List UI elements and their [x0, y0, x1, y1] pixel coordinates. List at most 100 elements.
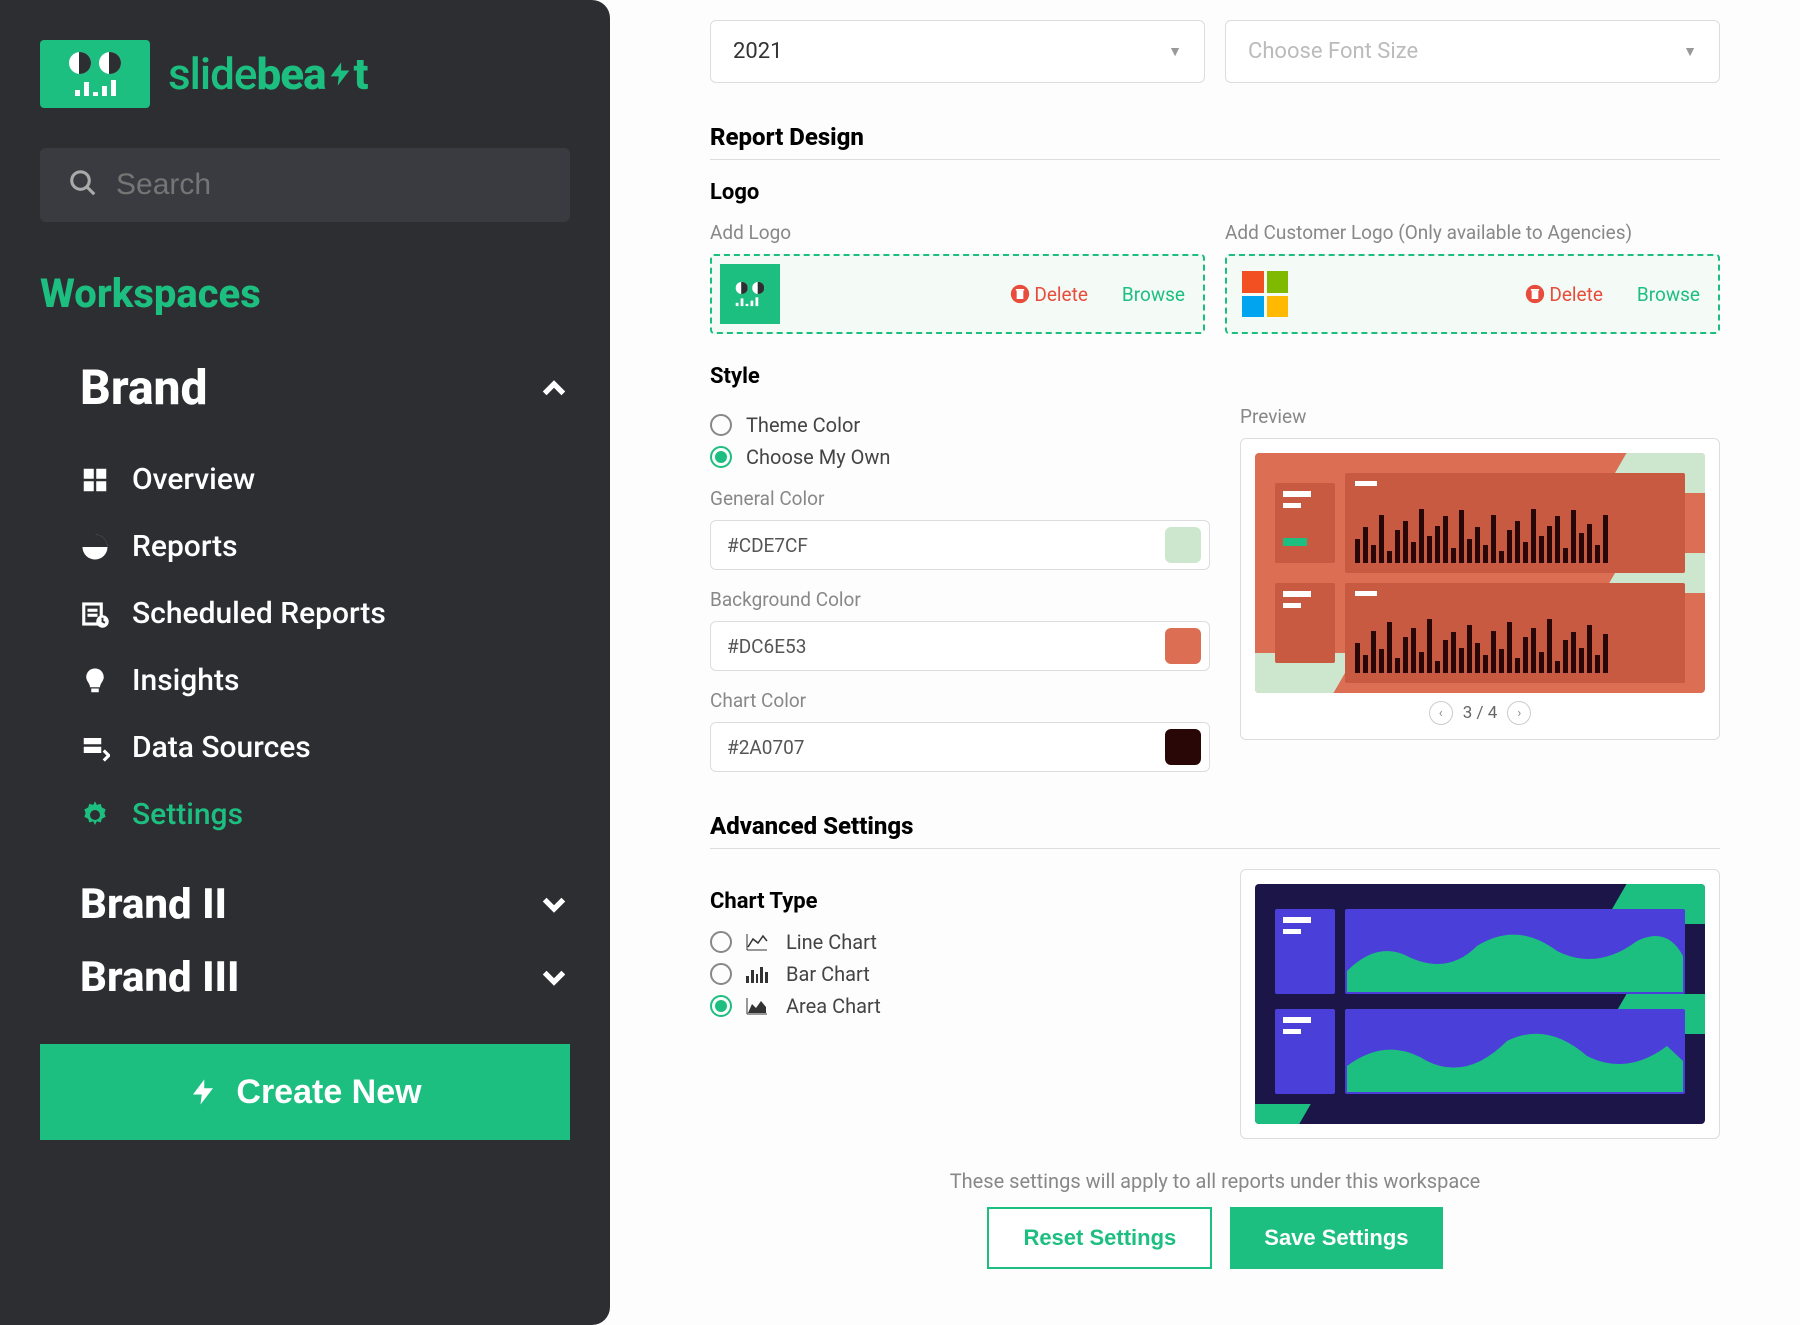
pager-text: 3 / 4 [1463, 703, 1498, 723]
bar-chart-label: Bar Chart [786, 962, 870, 986]
nav-label: Settings [132, 797, 243, 832]
workspace-label: Brand II [80, 880, 227, 929]
line-chart-label: Line Chart [786, 930, 877, 954]
year-value: 2021 [733, 39, 782, 64]
workspace-item-brand-2[interactable]: Brand II [40, 868, 570, 941]
chart-type-heading: Chart Type [710, 889, 1210, 914]
radio-checked-icon [710, 995, 732, 1017]
add-customer-logo-label: Add Customer Logo (Only available to Age… [1225, 221, 1720, 244]
chevron-down-icon [538, 962, 570, 994]
chart-color-value: #2A0707 [727, 736, 1165, 759]
nav-scheduled-reports[interactable]: Scheduled Reports [80, 580, 570, 647]
gear-icon [80, 800, 110, 830]
background-color-input[interactable]: #DC6E53 [710, 621, 1210, 671]
nav-data-sources[interactable]: Data Sources [80, 714, 570, 781]
area-chart-label: Area Chart [786, 994, 881, 1018]
footer-note: These settings will apply to all reports… [710, 1169, 1720, 1193]
style-heading: Style [710, 364, 1720, 389]
choose-own-radio[interactable]: Choose My Own [710, 445, 1210, 469]
create-new-button[interactable]: Create New [40, 1044, 570, 1140]
nav-settings[interactable]: Settings [80, 781, 570, 848]
nav-reports[interactable]: Reports [80, 513, 570, 580]
radio-checked-icon [710, 446, 732, 468]
divider [710, 848, 1720, 849]
year-select[interactable]: 2021 ▼ [710, 20, 1205, 83]
pie-icon [80, 532, 110, 562]
search-icon [68, 168, 98, 202]
logo-heading: Logo [710, 180, 1720, 205]
radio-icon [710, 931, 732, 953]
create-new-label: Create New [236, 1073, 421, 1112]
add-logo-label: Add Logo [710, 221, 1205, 244]
chart-color-swatch[interactable] [1165, 729, 1201, 765]
line-chart-radio[interactable]: Line Chart [710, 930, 1210, 954]
nav-label: Overview [132, 462, 255, 497]
style-preview-box: ‹ 3 / 4 › [1240, 438, 1720, 740]
caret-down-icon: ▼ [1683, 43, 1697, 60]
pager-next-button[interactable]: › [1507, 701, 1531, 725]
grid-icon [80, 465, 110, 495]
nav-label: Data Sources [132, 730, 311, 765]
search-box[interactable] [40, 148, 570, 222]
nav-list: Overview Reports Scheduled Reports Insig… [40, 446, 570, 848]
browse-logo-button[interactable]: Browse [1122, 283, 1185, 306]
reset-settings-button[interactable]: Reset Settings [987, 1207, 1212, 1269]
general-color-label: General Color [710, 487, 1210, 510]
background-color-swatch[interactable] [1165, 628, 1201, 664]
radio-icon [710, 414, 732, 436]
delete-logo-button[interactable]: Delete [1010, 283, 1088, 306]
area-chart-icon [746, 997, 768, 1015]
area-chart-radio[interactable]: Area Chart [710, 994, 1210, 1018]
bolt-icon [326, 52, 354, 96]
advanced-settings-heading: Advanced Settings [710, 812, 1720, 840]
theme-color-radio[interactable]: Theme Color [710, 413, 1210, 437]
app-logo: slidebea t [40, 40, 570, 108]
font-size-placeholder: Choose Font Size [1248, 39, 1418, 64]
bar-chart-icon [746, 965, 768, 983]
chart-preview-canvas [1255, 884, 1705, 1124]
trash-icon [1525, 284, 1545, 304]
style-preview-canvas [1255, 453, 1705, 693]
general-color-swatch[interactable] [1165, 527, 1201, 563]
nav-label: Reports [132, 529, 238, 564]
save-settings-button[interactable]: Save Settings [1230, 1207, 1442, 1269]
browse-customer-logo-button[interactable]: Browse [1637, 283, 1700, 306]
choose-own-label: Choose My Own [746, 445, 890, 469]
scheduled-icon [80, 599, 110, 629]
bolt-icon [188, 1072, 218, 1112]
caret-down-icon: ▼ [1168, 43, 1182, 60]
logo-uploader[interactable]: Delete Browse [710, 254, 1205, 334]
workspaces-heading: Workspaces [40, 270, 570, 317]
nav-overview[interactable]: Overview [80, 446, 570, 513]
general-color-value: #CDE7CF [727, 534, 1165, 557]
customer-logo-thumbnail [1235, 264, 1295, 324]
line-chart-icon [746, 933, 768, 951]
background-color-value: #DC6E53 [727, 635, 1165, 658]
customer-logo-uploader[interactable]: Delete Browse [1225, 254, 1720, 334]
bulb-icon [80, 666, 110, 696]
chevron-up-icon [538, 372, 570, 404]
nav-label: Insights [132, 663, 239, 698]
nav-label: Scheduled Reports [132, 596, 386, 631]
workspace-item-brand[interactable]: Brand [40, 347, 570, 428]
workspace-item-brand-3[interactable]: Brand III [40, 941, 570, 1014]
delete-customer-logo-button[interactable]: Delete [1525, 283, 1603, 306]
microsoft-icon [1242, 271, 1288, 317]
search-input[interactable] [116, 168, 542, 202]
chart-preview-box [1240, 869, 1720, 1139]
workspace-label: Brand [80, 359, 208, 416]
chart-color-input[interactable]: #2A0707 [710, 722, 1210, 772]
main-content: 2021 ▼ Choose Font Size ▼ Report Design … [610, 0, 1800, 1325]
background-color-label: Background Color [710, 588, 1210, 611]
font-size-select[interactable]: Choose Font Size ▼ [1225, 20, 1720, 83]
logo-badge-icon [40, 40, 150, 108]
trash-icon [1010, 284, 1030, 304]
general-color-input[interactable]: #CDE7CF [710, 520, 1210, 570]
logo-thumbnail [720, 264, 780, 324]
bar-chart-radio[interactable]: Bar Chart [710, 962, 1210, 986]
chevron-down-icon [538, 889, 570, 921]
chart-color-label: Chart Color [710, 689, 1210, 712]
nav-insights[interactable]: Insights [80, 647, 570, 714]
theme-color-label: Theme Color [746, 413, 860, 437]
pager-prev-button[interactable]: ‹ [1429, 701, 1453, 725]
